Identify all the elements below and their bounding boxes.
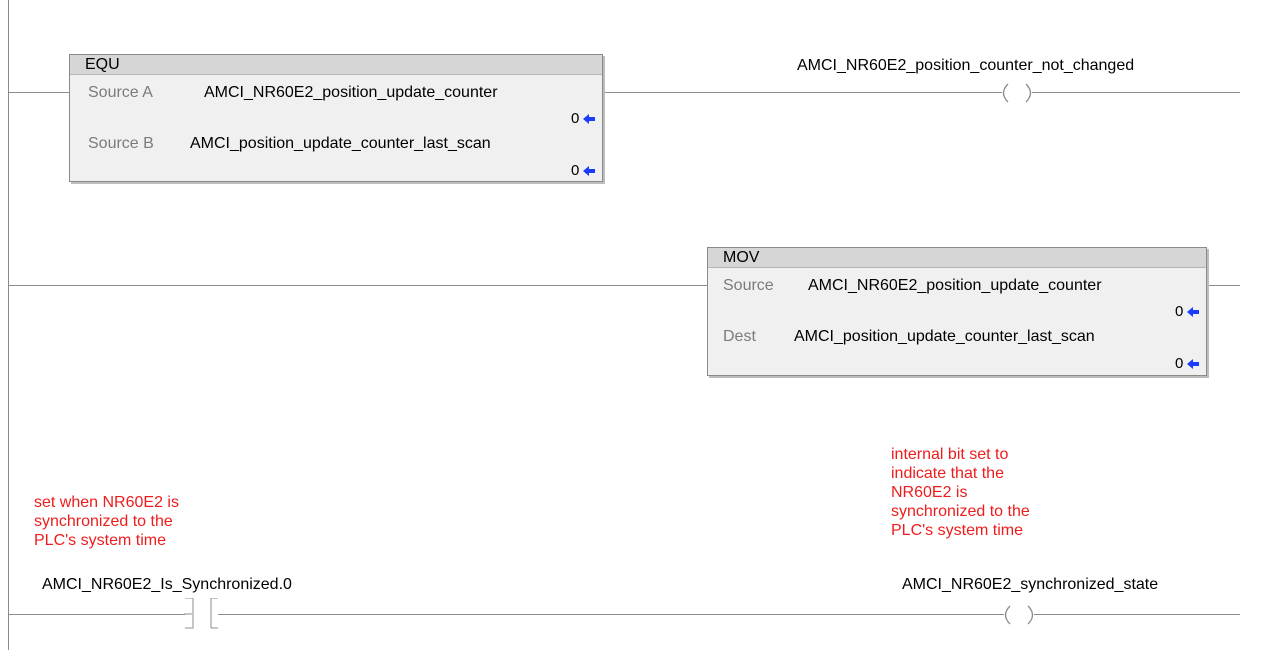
equ-source-b-label: Source B bbox=[88, 135, 154, 152]
examine-on-contact-icon[interactable] bbox=[184, 598, 220, 630]
left-power-rail bbox=[8, 0, 9, 650]
output-coil-icon[interactable] bbox=[996, 82, 1038, 104]
equ-source-a-tag[interactable]: AMCI_NR60E2_position_update_counter bbox=[204, 84, 498, 102]
equ-instruction[interactable]: EQU bbox=[69, 54, 603, 182]
rung-3-wire-left bbox=[8, 614, 185, 615]
mov-source-label: Source bbox=[723, 277, 774, 294]
mov-source-value[interactable]: 0 bbox=[1175, 303, 1183, 320]
left-arrow-icon bbox=[583, 166, 595, 176]
coil-comment: internal bit set to indicate that the NR… bbox=[891, 446, 1030, 539]
equ-source-b-tag[interactable]: AMCI_position_update_counter_last_scan bbox=[190, 135, 491, 153]
mov-dest-tag[interactable]: AMCI_position_update_counter_last_scan bbox=[794, 328, 1095, 346]
rung-1-coil-tag[interactable]: AMCI_NR60E2_position_counter_not_changed bbox=[797, 57, 1134, 75]
rung-3-wire-right bbox=[1034, 614, 1240, 615]
rung-2-wire-right bbox=[1206, 285, 1240, 286]
mov-instruction[interactable]: MOV bbox=[707, 247, 1207, 376]
contact-tag[interactable]: AMCI_NR60E2_Is_Synchronized.0 bbox=[42, 576, 292, 594]
equ-source-a-value[interactable]: 0 bbox=[571, 110, 579, 127]
mov-dest-label: Dest bbox=[723, 328, 756, 345]
rung-1-wire-mid bbox=[602, 92, 1002, 93]
coil-tag[interactable]: AMCI_NR60E2_synchronized_state bbox=[902, 576, 1158, 594]
rung-1-wire-left bbox=[8, 92, 69, 93]
contact-comment: set when NR60E2 is synchronized to the P… bbox=[34, 494, 179, 549]
rung-3-wire-mid bbox=[218, 614, 1004, 615]
equ-source-b-value[interactable]: 0 bbox=[571, 162, 579, 179]
left-arrow-icon bbox=[1187, 359, 1199, 369]
mov-title: MOV bbox=[708, 248, 1206, 268]
left-arrow-icon bbox=[583, 114, 595, 124]
rung-1-wire-right bbox=[1032, 92, 1240, 93]
output-coil-icon[interactable] bbox=[998, 604, 1040, 626]
rung-2-wire-left bbox=[8, 285, 707, 286]
left-arrow-icon bbox=[1187, 307, 1199, 317]
equ-title: EQU bbox=[70, 55, 602, 75]
mov-source-tag[interactable]: AMCI_NR60E2_position_update_counter bbox=[808, 277, 1102, 295]
mov-dest-value[interactable]: 0 bbox=[1175, 355, 1183, 372]
equ-source-a-label: Source A bbox=[88, 84, 153, 101]
